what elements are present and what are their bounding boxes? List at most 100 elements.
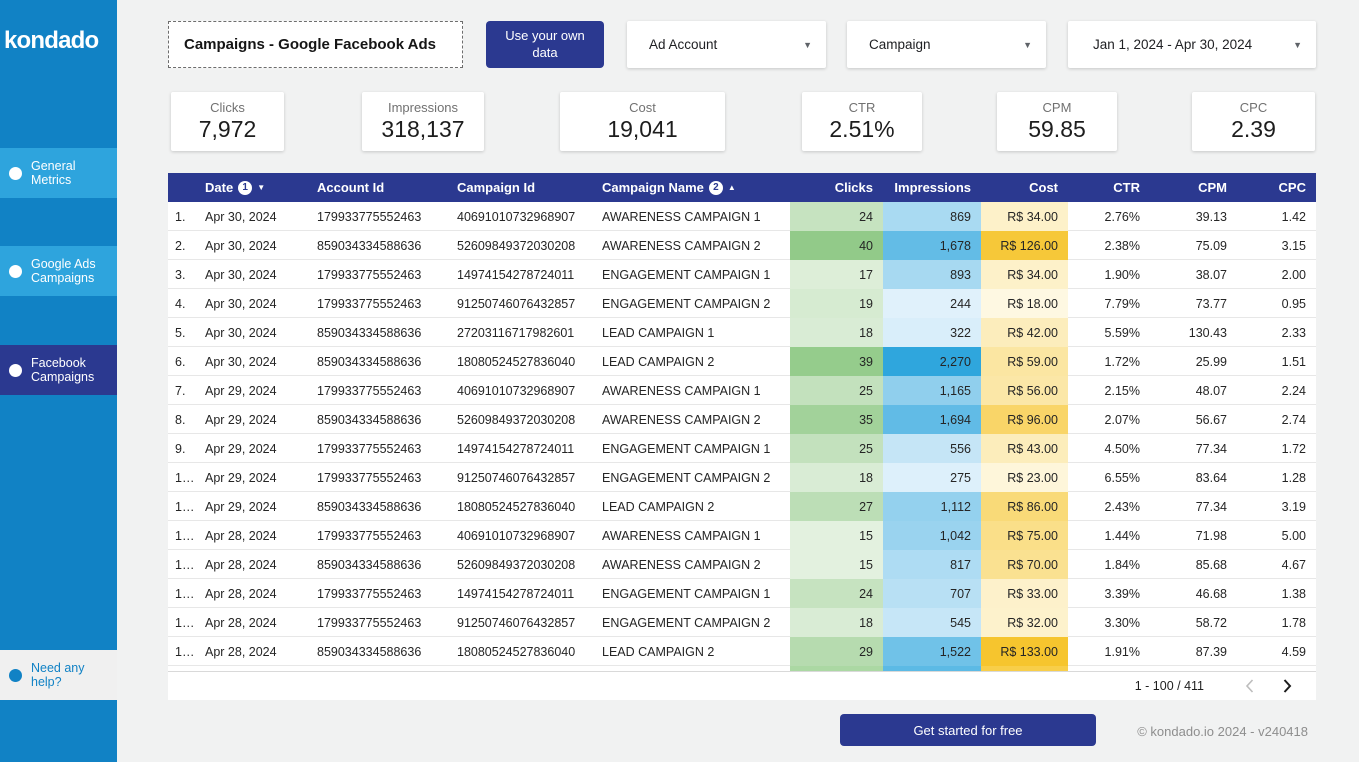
cell-campaign_name: AWARENESS CAMPAIGN 1 [595, 521, 790, 550]
scorecard-cost: Cost 19,041 [560, 92, 725, 151]
cell-n: 6. [168, 347, 198, 376]
cell-clicks: 19 [790, 289, 883, 318]
cell-cost: R$ 42.00 [981, 318, 1068, 347]
chevron-right-icon[interactable] [1268, 672, 1306, 701]
column-header-clicks[interactable]: Clicks [790, 173, 883, 202]
column-header-date[interactable]: Date1▼ [198, 173, 310, 202]
cell-cpc: 3.15 [1237, 231, 1316, 260]
sidebar: kondado General Metrics Google Ads Campa… [0, 0, 117, 762]
cell-cpm: 39.13 [1150, 202, 1237, 231]
cell-account_id: 859034334588636 [310, 405, 450, 434]
cell-account_id: 179933775552463 [310, 202, 450, 231]
cell-cpm: 48.07 [1150, 376, 1237, 405]
cell-cpc: 4.59 [1237, 637, 1316, 666]
column-header-label: Account Id [317, 180, 384, 195]
table-row: 1…Apr 29, 202417993377555246391250746076… [168, 463, 1316, 492]
cell-cost: R$ 23.00 [981, 463, 1068, 492]
chevron-down-icon: ▼ [1293, 40, 1302, 50]
cell-n: 1… [168, 550, 198, 579]
column-header-label: Campaign Name [602, 180, 704, 195]
get-started-button[interactable]: Get started for free [840, 714, 1096, 746]
scorecard-impressions: Impressions 318,137 [362, 92, 484, 151]
bullet-circle-icon [9, 265, 22, 278]
report-title-field[interactable]: Campaigns - Google Facebook Ads [168, 21, 463, 68]
cell-cost: R$ 32.00 [981, 608, 1068, 637]
cell-campaign_name: LEAD CAMPAIGN 2 [595, 347, 790, 376]
cell-campaign_id: 27203116717982601 [450, 318, 595, 347]
sidebar-item-facebook-campaigns[interactable]: Facebook Campaigns [0, 345, 117, 395]
column-header-cpm[interactable]: CPM [1150, 173, 1237, 202]
cell-ctr: 2.43% [1068, 492, 1150, 521]
cell-account_id: 859034334588636 [310, 231, 450, 260]
column-header-campaign_id[interactable]: Campaign Id [450, 173, 595, 202]
cell-impressions: 556 [883, 434, 981, 463]
column-header-label: CTR [1113, 180, 1140, 195]
cell-cpm: 73.77 [1150, 289, 1237, 318]
cell-n: 1… [168, 579, 198, 608]
cell-ctr: 4.50% [1068, 434, 1150, 463]
cell-cpm: 130.43 [1150, 318, 1237, 347]
campaigns-table: Date1▼ Account Id Campaign Id Campaign Name… [168, 173, 1316, 700]
cell-clicks: 18 [790, 463, 883, 492]
column-header-cost[interactable]: Cost [981, 173, 1068, 202]
cell-n: 1. [168, 202, 198, 231]
cell-cpc: 5.00 [1237, 521, 1316, 550]
cell-ctr: 2.76% [1068, 202, 1150, 231]
sidebar-item-need-any-help[interactable]: Need any help? [0, 650, 117, 700]
cell-clipped [595, 666, 790, 671]
cell-ctr: 1.90% [1068, 260, 1150, 289]
table-row: 1…Apr 28, 202485903433458863618080524527… [168, 637, 1316, 666]
column-header-campaign_name[interactable]: Campaign Name2▲ [595, 173, 790, 202]
cell-campaign_name: LEAD CAMPAIGN 1 [595, 318, 790, 347]
cell-impressions: 2,270 [883, 347, 981, 376]
cell-impressions: 322 [883, 318, 981, 347]
date-range-dropdown[interactable]: Jan 1, 2024 - Apr 30, 2024 ▼ [1068, 21, 1316, 68]
cell-ctr: 1.84% [1068, 550, 1150, 579]
cell-cost: R$ 96.00 [981, 405, 1068, 434]
cell-campaign_id: 91250746076432857 [450, 289, 595, 318]
column-header-ctr[interactable]: CTR [1068, 173, 1150, 202]
sidebar-item-google-ads-campaigns[interactable]: Google Ads Campaigns [0, 246, 117, 296]
cell-ctr: 2.15% [1068, 376, 1150, 405]
cell-account_id: 179933775552463 [310, 289, 450, 318]
ad-account-filter-dropdown[interactable]: Ad Account ▼ [627, 21, 826, 68]
cell-clipped [883, 666, 981, 671]
cell-campaign_name: AWARENESS CAMPAIGN 1 [595, 202, 790, 231]
chevron-left-icon[interactable] [1230, 672, 1268, 701]
sidebar-item-general-metrics[interactable]: General Metrics [0, 148, 117, 198]
cell-account_id: 859034334588636 [310, 318, 450, 347]
campaign-filter-dropdown[interactable]: Campaign ▼ [847, 21, 1046, 68]
cell-campaign_id: 40691010732968907 [450, 521, 595, 550]
cell-date: Apr 28, 2024 [198, 608, 310, 637]
cell-cpc: 1.78 [1237, 608, 1316, 637]
cell-impressions: 1,694 [883, 405, 981, 434]
cell-n: 4. [168, 289, 198, 318]
cell-n: 5. [168, 318, 198, 347]
column-header-n[interactable] [168, 173, 198, 202]
column-header-label: Impressions [894, 180, 971, 195]
cell-campaign_name: AWARENESS CAMPAIGN 2 [595, 405, 790, 434]
table-row: 1.Apr 30, 202417993377555246340691010732… [168, 202, 1316, 231]
column-header-account_id[interactable]: Account Id [310, 173, 450, 202]
cell-cpc: 2.74 [1237, 405, 1316, 434]
cell-cost: R$ 133.00 [981, 637, 1068, 666]
cell-cost: R$ 34.00 [981, 260, 1068, 289]
column-header-label: Campaign Id [457, 180, 535, 195]
cell-clipped [1068, 666, 1150, 671]
column-header-label: Cost [1029, 180, 1058, 195]
column-header-impressions[interactable]: Impressions [883, 173, 981, 202]
cell-ctr: 3.39% [1068, 579, 1150, 608]
cell-cpc: 2.33 [1237, 318, 1316, 347]
cell-date: Apr 30, 2024 [198, 202, 310, 231]
column-header-cpc[interactable]: CPC [1237, 173, 1316, 202]
bullet-circle-icon [9, 364, 22, 377]
cell-account_id: 859034334588636 [310, 637, 450, 666]
cell-cpc: 0.95 [1237, 289, 1316, 318]
cell-clipped [450, 666, 595, 671]
cell-date: Apr 30, 2024 [198, 318, 310, 347]
cell-clipped [981, 666, 1068, 671]
cell-account_id: 179933775552463 [310, 463, 450, 492]
use-your-own-data-button[interactable]: Use your own data [486, 21, 604, 68]
cell-clipped [1237, 666, 1316, 671]
table-row: 8.Apr 29, 202485903433458863652609849372… [168, 405, 1316, 434]
